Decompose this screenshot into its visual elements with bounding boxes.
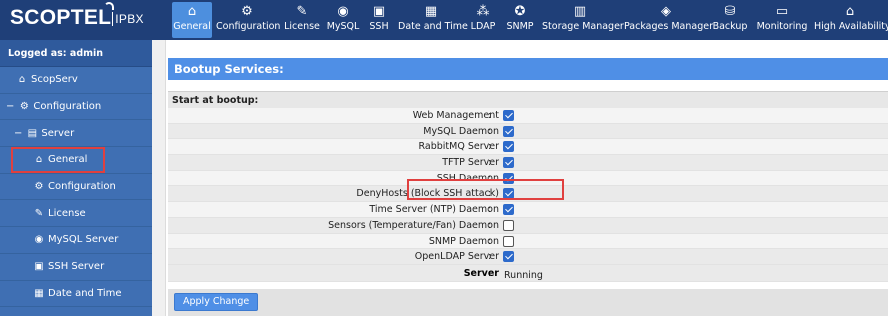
tab-ldap[interactable]: ⁂ LDAP bbox=[468, 2, 498, 38]
tab-mysql[interactable]: ◉ MySQL bbox=[326, 2, 360, 38]
home-icon: ⌂ bbox=[187, 4, 197, 19]
sidebar-item-server-configuration[interactable]: ⚙ Configuration bbox=[0, 174, 152, 201]
gear-icon: ⚙ bbox=[241, 4, 253, 19]
wrench-icon: ✎ bbox=[296, 4, 308, 19]
snmp-daemon-checkbox[interactable] bbox=[503, 235, 514, 247]
tab-date-and-time[interactable]: ▦ Date and Time bbox=[398, 2, 468, 38]
vertical-scrollbar[interactable] bbox=[152, 40, 166, 316]
service-row-tftp-server: TFTP Server : bbox=[168, 155, 888, 171]
services-list: Web Management : MySQL Daemon : RabbitMQ… bbox=[168, 108, 888, 282]
sidebar-item-general[interactable]: ⌂ General bbox=[0, 147, 152, 174]
section-subtitle: Start at bootup: bbox=[168, 91, 888, 108]
sidebar-item-scopserv[interactable]: ⌂ ScopServ bbox=[0, 67, 152, 94]
service-row-openldap-server: OpenLDAP Server : bbox=[168, 249, 888, 265]
collapse-toggle-icon[interactable]: − bbox=[6, 101, 14, 112]
gear-icon: ⚙ bbox=[34, 181, 44, 193]
lifebuoy-icon: ✪ bbox=[514, 4, 526, 19]
tftp-server-checkbox[interactable] bbox=[503, 157, 514, 169]
server-status-row: Server : Running bbox=[168, 264, 888, 282]
tab-backup[interactable]: ⛁ Backup bbox=[712, 2, 748, 38]
service-row-ssh-daemon: SSH Daemon : bbox=[168, 170, 888, 187]
footer-bar: Apply Change bbox=[168, 289, 888, 316]
terminal-icon: ▣ bbox=[372, 4, 386, 19]
logo-area: SCOPTEL IPBX bbox=[0, 0, 152, 40]
database-icon: ◉ bbox=[337, 4, 349, 19]
calendar-icon: ▦ bbox=[424, 4, 438, 19]
tab-storage-manager[interactable]: ▥ Storage Manager bbox=[542, 2, 624, 38]
service-row-sensors-daemon: Sensors (Temperature/Fan) Daemon : bbox=[168, 217, 888, 234]
denyhosts-checkbox[interactable] bbox=[503, 188, 514, 200]
server-icon: ▤ bbox=[27, 127, 38, 139]
service-row-web-management: Web Management : bbox=[168, 108, 888, 124]
tab-configuration[interactable]: ⚙ Configuration bbox=[216, 2, 280, 38]
backup-icon: ⛁ bbox=[724, 4, 736, 19]
tab-general[interactable]: ⌂ General bbox=[172, 2, 212, 38]
tab-snmp[interactable]: ✪ SNMP bbox=[504, 2, 536, 38]
openldap-server-checkbox[interactable] bbox=[503, 251, 514, 263]
building-icon: ⌂ bbox=[845, 4, 855, 19]
package-icon: ◈ bbox=[661, 4, 671, 19]
logged-as-label: Logged as: admin bbox=[0, 40, 152, 67]
sidebar-item-ssh-server[interactable]: ▣ SSH Server bbox=[0, 254, 152, 281]
server-status-value: Running bbox=[504, 269, 543, 281]
wrench-icon: ✎ bbox=[34, 207, 44, 219]
service-row-mysql-daemon: MySQL Daemon : bbox=[168, 123, 888, 140]
sensors-daemon-checkbox[interactable] bbox=[503, 219, 514, 231]
rabbitmq-server-checkbox[interactable] bbox=[503, 141, 514, 153]
gear-icon: ⚙ bbox=[19, 101, 29, 113]
ntp-daemon-checkbox[interactable] bbox=[503, 204, 514, 216]
service-row-ntp-daemon: Time Server (NTP) Daemon : bbox=[168, 202, 888, 218]
home-icon: ⌂ bbox=[35, 154, 43, 166]
tab-high-availability[interactable]: ⌂ High Availability bbox=[814, 2, 888, 38]
sidebar-item-license[interactable]: ✎ License bbox=[0, 200, 152, 228]
top-toolbar: ⌂ General ⚙ Configuration ✎ License ◉ My… bbox=[152, 0, 888, 40]
sidebar-item-mysql-server[interactable]: ◉ MySQL Server bbox=[0, 227, 152, 254]
home-icon: ⌂ bbox=[18, 74, 26, 86]
apply-change-button[interactable]: Apply Change bbox=[174, 293, 259, 311]
sidebar: SCOPTEL IPBX Logged as: admin ⌂ ScopServ … bbox=[0, 0, 152, 316]
tab-license[interactable]: ✎ License bbox=[284, 2, 320, 38]
web-management-checkbox[interactable] bbox=[503, 110, 514, 121]
signal-icon bbox=[104, 2, 114, 10]
terminal-icon: ▣ bbox=[34, 261, 44, 273]
storage-icon: ▥ bbox=[573, 4, 587, 19]
tab-monitoring[interactable]: ▭ Monitoring bbox=[754, 2, 810, 38]
sidebar-item-date-and-time[interactable]: ▦ Date and Time bbox=[0, 281, 152, 308]
sidebar-item-configuration[interactable]: − ⚙ Configuration bbox=[0, 94, 152, 121]
service-row-snmp-daemon: SNMP Daemon : bbox=[168, 233, 888, 250]
monitor-icon: ▭ bbox=[775, 4, 789, 19]
service-row-rabbitmq-server: RabbitMQ Server : bbox=[168, 139, 888, 156]
main-content: Bootup Services: Start at bootup: Web Ma… bbox=[167, 40, 888, 316]
calendar-icon: ▦ bbox=[34, 287, 44, 299]
page-title: Bootup Services: bbox=[168, 58, 888, 80]
network-icon: ⁂ bbox=[476, 4, 490, 19]
logo: SCOPTEL IPBX bbox=[10, 6, 144, 29]
tab-packages-manager[interactable]: ◈ Packages Manager bbox=[624, 2, 713, 38]
service-row-denyhosts: DenyHosts (Block SSH attack) : bbox=[168, 186, 888, 203]
ssh-daemon-checkbox[interactable] bbox=[503, 172, 514, 184]
database-icon: ◉ bbox=[34, 234, 44, 246]
mysql-daemon-checkbox[interactable] bbox=[503, 125, 514, 137]
sidebar-item-server[interactable]: − ▤ Server bbox=[0, 120, 152, 148]
collapse-toggle-icon[interactable]: − bbox=[14, 128, 22, 139]
tab-ssh[interactable]: ▣ SSH bbox=[366, 2, 392, 38]
